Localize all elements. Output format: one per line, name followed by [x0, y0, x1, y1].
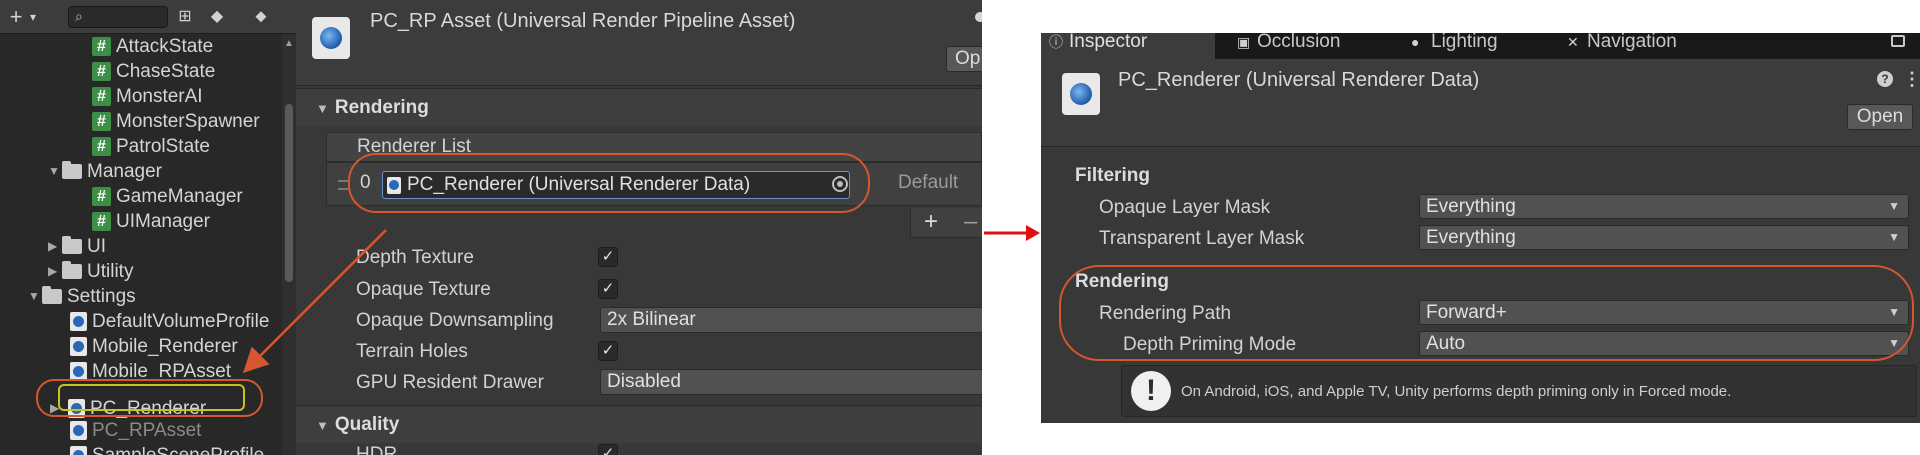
tab-occlusion[interactable]: ▣ Occlusion [1229, 33, 1389, 59]
depth-priming-help-text: On Android, iOS, and Apple TV, Unity per… [1181, 383, 1732, 400]
urp-inspector-header: PC_RP Asset (Universal Render Pipeline A… [296, 0, 982, 86]
renderer-data-title: PC_Renderer (Universal Renderer Data) [1118, 69, 1480, 91]
add-asset-button[interactable]: + [6, 4, 26, 30]
csharp-script-icon: # [92, 212, 111, 232]
tree-item-manager[interactable]: ▼ Manager [48, 159, 162, 184]
collapsed-arrow-icon[interactable]: ▶ [48, 234, 62, 259]
search-by-label-icon[interactable]: ◆ [206, 4, 228, 30]
tree-item-uimanager[interactable]: # UIManager [92, 209, 210, 234]
expanded-arrow-icon[interactable]: ▼ [28, 284, 42, 309]
remove-renderer-button[interactable]: – [964, 208, 977, 236]
chevron-down-icon: ▼ [1888, 199, 1900, 213]
hdr-checkbox[interactable]: ✓ [598, 444, 618, 455]
tree-item-monsterai[interactable]: # MonsterAI [92, 84, 203, 109]
info-icon: ⓘ [1049, 34, 1063, 50]
opaque-layer-mask-dropdown[interactable]: Everything ▼ [1419, 194, 1909, 219]
opaque-texture-checkbox[interactable]: ✓ [598, 279, 618, 299]
warning-icon: ! [1131, 371, 1171, 411]
folder-open-icon [42, 286, 62, 305]
pipeline-asset-icon [312, 17, 350, 59]
gpu-resident-drawer-dropdown[interactable]: Disabled [600, 369, 982, 395]
csharp-script-icon: # [92, 187, 111, 207]
tree-item-monsterspawner[interactable]: # MonsterSpawner [92, 109, 260, 134]
tree-item-attackstate[interactable]: # AttackState [92, 34, 213, 59]
tree-item-pc-rpasset[interactable]: PC_RPAsset [70, 418, 201, 443]
urp-asset-title: PC_RP Asset (Universal Render Pipeline A… [370, 10, 796, 32]
quality-section-header[interactable]: ▼ Quality [296, 405, 982, 443]
terrain-holes-checkbox[interactable]: ✓ [598, 341, 618, 361]
chevron-down-icon: ▼ [1888, 230, 1900, 244]
transition-arrow-icon [984, 225, 1040, 241]
csharp-script-icon: # [92, 37, 111, 57]
renderer-open-button[interactable]: Open [1847, 104, 1913, 130]
default-renderer-label[interactable]: Default [898, 172, 958, 194]
occlusion-icon: ▣ [1237, 34, 1251, 50]
search-by-type-icon[interactable]: ⊞ [174, 4, 196, 30]
help-icon[interactable] [975, 12, 982, 22]
tab-navigation[interactable]: ✕ Navigation [1559, 33, 1729, 59]
csharp-script-icon: # [92, 137, 111, 157]
scroll-up-arrow-icon[interactable]: ▲ [282, 38, 296, 49]
annotation-arrow-to-project [242, 229, 387, 374]
pipeline-asset-icon [70, 421, 87, 441]
renderer-field-annotation-ring [348, 153, 870, 213]
tree-item-chasestate[interactable]: # ChaseState [92, 59, 215, 84]
csharp-script-icon: # [92, 112, 111, 132]
folder-icon [62, 236, 82, 255]
tab-inspector[interactable]: ⓘ Inspector [1041, 33, 1215, 59]
light-bulb-icon: ● [1411, 34, 1420, 50]
rendering-section-header[interactable]: ▼ Rendering [296, 88, 982, 126]
add-renderer-button[interactable]: + [924, 208, 938, 236]
project-search-input[interactable]: ⌕ [68, 6, 168, 28]
tree-item-patrolstate[interactable]: # PatrolState [92, 134, 210, 159]
hdr-label: HDR [356, 444, 398, 455]
expanded-arrow-icon: ▼ [316, 418, 329, 433]
tree-item-samplesceneprofile[interactable]: SampleSceneProfile [70, 443, 264, 455]
label-tag-icon[interactable]: ⬥ [250, 4, 272, 30]
expanded-arrow-icon: ▼ [316, 101, 329, 116]
add-asset-dropdown-icon[interactable]: ▾ [26, 4, 40, 30]
rendering-settings-annotation-ring [1059, 265, 1914, 361]
more-options-icon[interactable]: ⋮ [1903, 69, 1920, 90]
csharp-script-icon: # [92, 87, 111, 107]
tree-item-ui[interactable]: ▶ UI [48, 234, 106, 259]
transparent-layer-mask-label: Transparent Layer Mask [1099, 228, 1305, 249]
tab-lighting[interactable]: ● Lighting [1403, 33, 1543, 59]
transparent-layer-mask-dropdown[interactable]: Everything ▼ [1419, 225, 1909, 250]
opaque-layer-mask-label: Opaque Layer Mask [1099, 197, 1271, 218]
urp-open-button[interactable]: Op [946, 46, 982, 72]
pc-renderer-annotation-ring [36, 379, 263, 417]
depth-texture-checkbox[interactable]: ✓ [598, 247, 618, 267]
tree-item-mobile-renderer[interactable]: Mobile_Renderer [70, 334, 238, 359]
expanded-arrow-icon[interactable]: ▼ [48, 159, 62, 184]
renderer-data-icon [70, 337, 87, 357]
renderer-data-inspector: ⓘ Inspector ▣ Occlusion ● Lighting ✕ Navigat… [1041, 33, 1920, 423]
filtering-section-title: Filtering [1075, 165, 1150, 186]
search-icon: ⌕ [75, 8, 83, 24]
help-icon[interactable]: ? [1877, 71, 1893, 87]
project-toolbar: + ▾ ⌕ ⊞ ◆ ⬥ [0, 0, 296, 34]
volume-profile-icon [70, 312, 87, 332]
navigation-icon: ✕ [1567, 34, 1579, 50]
volume-profile-icon [70, 446, 87, 455]
folder-open-icon [62, 161, 82, 180]
opaque-downsampling-dropdown[interactable]: 2x Bilinear [600, 307, 982, 333]
renderer-data-icon [1062, 73, 1100, 115]
csharp-script-icon: # [92, 62, 111, 82]
tree-item-gamemanager[interactable]: # GameManager [92, 184, 243, 209]
collapsed-arrow-icon[interactable]: ▶ [48, 259, 62, 284]
folder-icon [62, 261, 82, 280]
tree-item-utility[interactable]: ▶ Utility [48, 259, 133, 284]
tree-item-settings[interactable]: ▼ Settings [28, 284, 136, 309]
lock-icon[interactable] [1891, 35, 1905, 47]
inspector-tab-bar: ⓘ Inspector ▣ Occlusion ● Lighting ✕ Navigat… [1041, 33, 1920, 59]
